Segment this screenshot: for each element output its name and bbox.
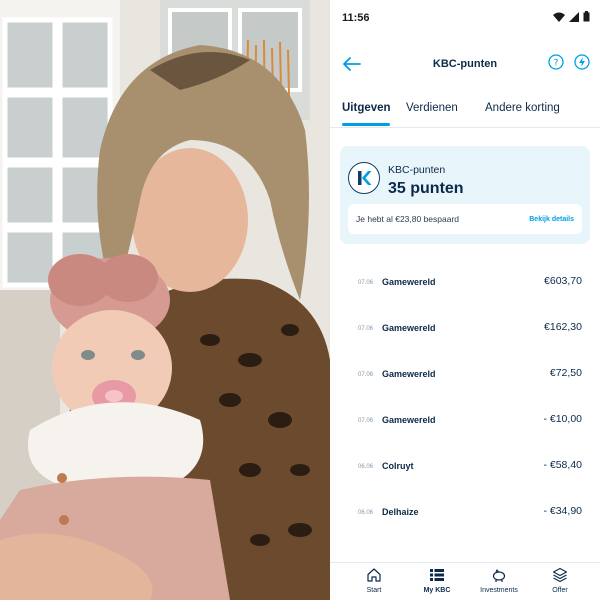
transaction-row[interactable]: 07.06 Gamewereld - €10,00 [330, 400, 600, 446]
kbc-logo-icon [348, 162, 380, 194]
phone-screen: 11:56 KBC-punten ? Uitgeven Verdienen An… [330, 0, 600, 600]
transaction-amount: - €34,90 [543, 505, 582, 517]
app-bar: KBC-punten ? [330, 46, 600, 82]
transaction-date: 06.06 [358, 464, 374, 470]
transaction-row[interactable]: 07.06 Gamewereld €603,70 [330, 262, 600, 308]
points-card: KBC-punten 35 punten Je hebt al €23,80 b… [340, 146, 590, 244]
transaction-row[interactable]: 06.06 Delhaize - €34,90 [330, 492, 600, 538]
transaction-merchant: Gamewereld [382, 369, 436, 379]
transaction-merchant: Gamewereld [382, 277, 436, 287]
transaction-row[interactable]: 06.06 Colruyt - €58,40 [330, 446, 600, 492]
active-tab-indicator [342, 123, 390, 126]
battery-icon [583, 11, 590, 22]
svg-text:?: ? [554, 59, 559, 69]
status-bar: 11:56 [330, 0, 600, 38]
transaction-date: 06.06 [358, 510, 374, 516]
nav-label-investments: Investments [480, 587, 518, 594]
view-details-link[interactable]: Bekijk details [529, 216, 574, 223]
transaction-merchant: Delhaize [382, 507, 419, 517]
nav-label-my-kbc: My KBC [423, 587, 451, 594]
layers-icon [552, 567, 568, 583]
bottom-navigation: Start My KBC Investments Offer [330, 562, 600, 600]
piggy-bank-icon [492, 568, 506, 582]
transaction-merchant: Gamewereld [382, 415, 436, 425]
status-time: 11:56 [342, 12, 370, 24]
tab-verdienen[interactable]: Verdienen [406, 102, 458, 114]
nav-item-my-kbc[interactable]: My KBC [407, 567, 467, 594]
card-label: KBC-punten [388, 164, 446, 176]
tab-uitgeven[interactable]: Uitgeven [342, 102, 391, 114]
screenshot-root: 11:56 KBC-punten ? Uitgeven Verdienen An… [0, 0, 600, 600]
transaction-row[interactable]: 07.06 Gamewereld €162,30 [330, 308, 600, 354]
transaction-amount: - €58,40 [543, 459, 582, 471]
flash-icon[interactable] [574, 54, 590, 70]
points-balance: 35 punten [388, 180, 464, 197]
transaction-date: 07.06 [358, 418, 374, 424]
transaction-date: 07.06 [358, 280, 374, 286]
transaction-date: 07.06 [358, 372, 374, 378]
nav-label-offer: Offer [552, 587, 568, 594]
home-icon [367, 568, 381, 582]
signal-icon [569, 12, 579, 22]
nav-item-investments[interactable]: Investments [469, 567, 529, 594]
transaction-row[interactable]: 07.06 Gamewereld €72,50 [330, 354, 600, 400]
wifi-icon [553, 12, 565, 22]
savings-summary: Je hebt al €23,80 bespaard Bekijk detail… [348, 204, 582, 234]
nav-item-start[interactable]: Start [344, 567, 404, 594]
help-icon[interactable]: ? [548, 54, 564, 70]
tab-bar: Uitgeven Verdienen Andere korting [330, 96, 600, 128]
transaction-merchant: Gamewereld [382, 323, 436, 333]
transaction-amount: €162,30 [544, 321, 582, 333]
transaction-amount: - €10,00 [543, 413, 582, 425]
list-icon [430, 569, 444, 581]
status-icons [553, 11, 590, 22]
tab-andere-korting[interactable]: Andere korting [485, 102, 560, 114]
transaction-amount: €72,50 [549, 367, 582, 379]
nav-item-offer[interactable]: Offer [530, 567, 590, 594]
photo-mother-and-baby [0, 0, 330, 600]
transaction-date: 07.06 [358, 326, 374, 332]
transaction-merchant: Colruyt [382, 461, 414, 471]
transaction-amount: €603,70 [544, 275, 582, 287]
savings-text: Je hebt al €23,80 bespaard [356, 214, 460, 224]
nav-label-start: Start [366, 587, 382, 594]
